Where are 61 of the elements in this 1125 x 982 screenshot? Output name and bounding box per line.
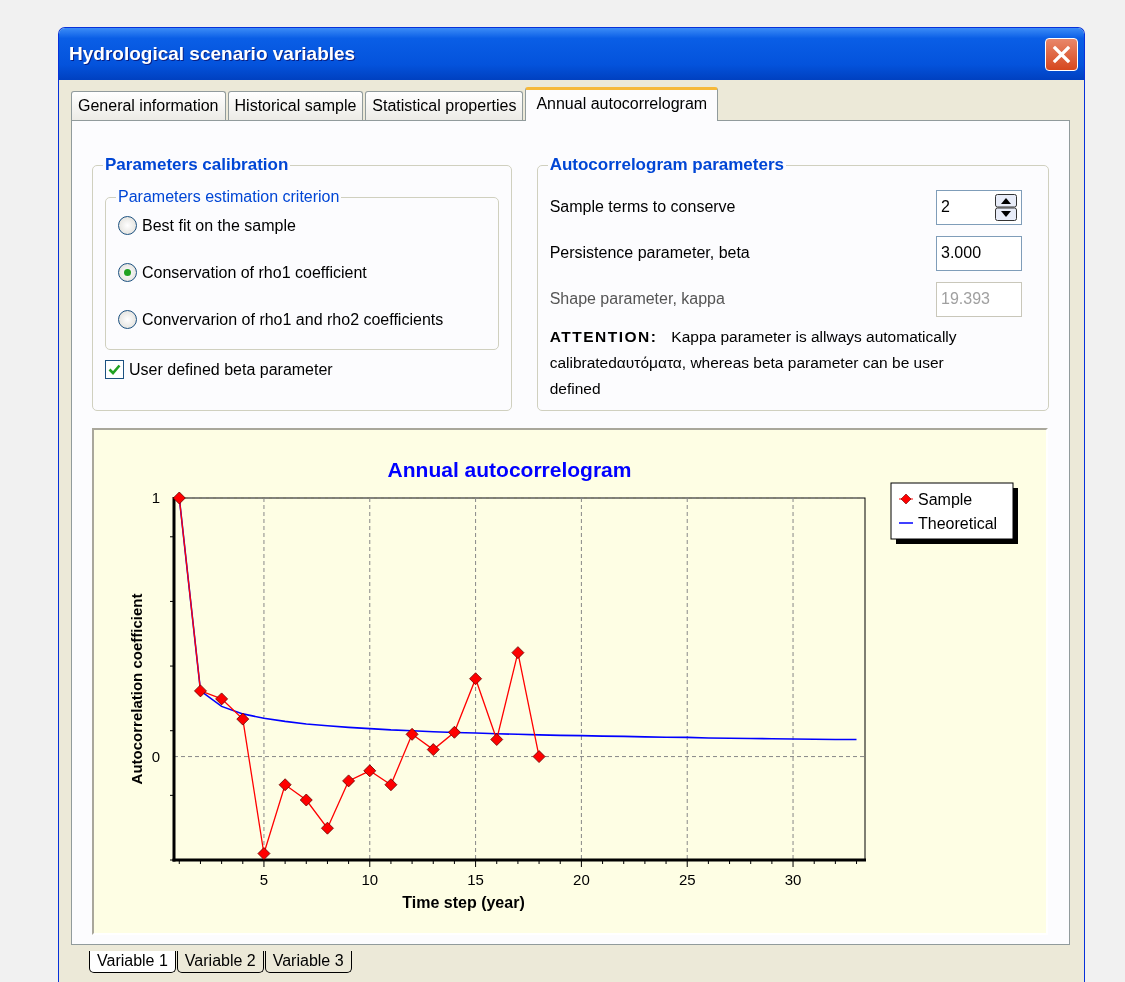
- radio-button[interactable]: [118, 216, 137, 235]
- data-point: [321, 821, 334, 835]
- input-field[interactable]: 3.000: [936, 235, 1022, 271]
- radio-button[interactable]: [118, 263, 137, 282]
- window-title: Hydrological scenario variables: [69, 43, 356, 65]
- data-point: [426, 743, 440, 756]
- data-point: [278, 778, 292, 792]
- radio-label: Best fit on the sample: [142, 216, 296, 235]
- tab[interactable]: Statistical properties: [365, 91, 524, 120]
- radio-label: Conservation of rho1 coefficient: [142, 263, 367, 282]
- data-point: [511, 646, 525, 660]
- sheet-tab[interactable]: Variable 1: [89, 951, 176, 973]
- legend-label: Sample: [918, 491, 973, 508]
- x-tick-label: 30: [784, 871, 802, 888]
- close-icon: [1052, 44, 1071, 64]
- group-title: Parameters estimation criterion: [118, 188, 340, 205]
- data-point: [299, 793, 313, 807]
- data-point: [448, 725, 461, 739]
- data-point: [215, 692, 228, 706]
- y-tick-label: 1: [151, 489, 160, 506]
- data-point: [384, 778, 398, 792]
- data-point: [342, 774, 355, 788]
- data-point: [405, 727, 419, 741]
- legend-line: [898, 522, 914, 524]
- group-title: Autocorrelogram parameters: [549, 155, 784, 174]
- tab[interactable]: Historical sample: [227, 91, 364, 120]
- data-point: [257, 847, 271, 860]
- x-tick-label: 20: [573, 871, 590, 888]
- checkbox-label: User defined beta parameter: [129, 360, 333, 379]
- field-label: Shape parameter, kappa: [549, 290, 725, 308]
- x-tick-label: 15: [467, 871, 484, 888]
- chart-title: Annual autocorrelogram: [387, 458, 632, 481]
- x-axis-title: Time step (year): [402, 894, 525, 911]
- sheet-tab[interactable]: Variable 2: [176, 951, 264, 973]
- radio-label: Convervarion of rho1 and rho2 coefficients: [142, 310, 444, 329]
- data-point: [469, 672, 482, 686]
- group-title: Parameters calibration: [105, 155, 289, 174]
- checkbox[interactable]: [105, 360, 124, 379]
- y-axis-title: Autocorrelation coefficient: [128, 593, 145, 785]
- sheet-tab[interactable]: Variable 3: [264, 951, 352, 973]
- data-point: [236, 712, 250, 726]
- attention-note: ATTENTION: Kappa parameter is allways automatically calibratedαυτόματα, whereas beta parameter can be user defined: [549, 327, 958, 399]
- legend-marker: [898, 493, 914, 505]
- data-point: [363, 764, 377, 778]
- x-tick-label: 5: [259, 871, 269, 888]
- x-tick-label: 10: [361, 871, 379, 888]
- legend-label: Theoretical: [918, 515, 998, 532]
- data-point: [194, 684, 207, 698]
- radio-button[interactable]: [118, 310, 137, 329]
- data-point: [532, 750, 546, 763]
- field-label: Persistence parameter, beta: [549, 244, 750, 262]
- y-tick-label: 0: [151, 747, 160, 765]
- field-label: Sample terms to conserve: [549, 198, 736, 216]
- tab[interactable]: General information: [71, 91, 226, 120]
- tab[interactable]: Annual autocorrelogram: [525, 87, 719, 121]
- x-tick-label: 25: [678, 871, 696, 888]
- spin-box[interactable]: 2: [936, 189, 1022, 225]
- data-point: [172, 491, 186, 505]
- data-point: [490, 733, 504, 746]
- close-button[interactable]: [1045, 37, 1078, 71]
- spinner-arrows-icon[interactable]: [995, 193, 1017, 221]
